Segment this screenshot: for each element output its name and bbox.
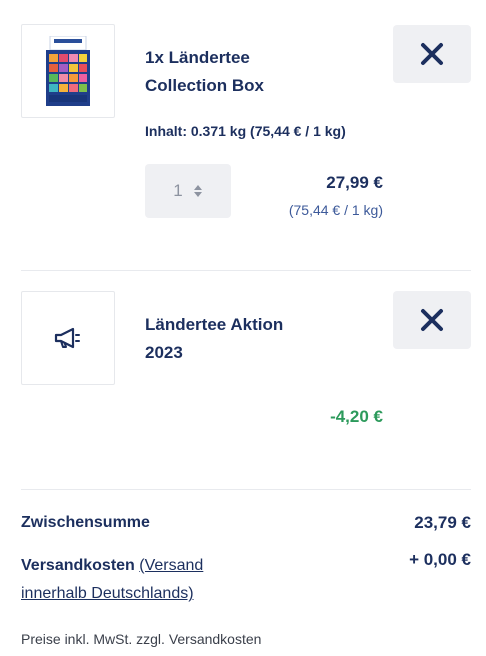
shipping-link-line2[interactable]: innerhalb Deutschlands) [21, 585, 194, 602]
product-price: 27,99 € [326, 173, 383, 192]
shipping-label: Versandkosten [21, 557, 135, 574]
promotion-title-line2: 2023 [145, 343, 183, 362]
product-content-info: Inhalt: 0.371 kg (75,44 € / 1 kg) [145, 123, 346, 139]
product-title-line1[interactable]: 1x Ländertee [145, 44, 264, 72]
shipping-value: + 0,00 € [409, 550, 471, 569]
close-icon [421, 43, 443, 65]
shipping-link-line1[interactable]: (Versand [139, 557, 203, 574]
tea-box-product-image [44, 35, 92, 106]
close-icon [421, 309, 443, 331]
summary-divider [21, 489, 471, 490]
product-thumbnail[interactable] [21, 24, 115, 118]
promotion-thumbnail [21, 291, 115, 385]
select-arrows-icon [193, 185, 202, 197]
promotion-discount: -4,20 € [330, 407, 383, 426]
promotion-title-line1: Ländertee Aktion [145, 315, 284, 334]
promotion-title: Ländertee Aktion 2023 [145, 311, 283, 367]
price-note: Preise inkl. MwSt. zzgl. Versandkosten [21, 631, 262, 647]
subtotal-label: Zwischensumme [21, 514, 150, 531]
subtotal-value: 23,79 € [414, 513, 471, 532]
item-divider [21, 270, 471, 271]
quantity-value: 1 [173, 181, 183, 200]
product-unit-price: (75,44 € / 1 kg) [288, 202, 383, 218]
shipping-label-block: Versandkosten (Versand innerhalb Deutschl… [21, 552, 203, 608]
remove-promotion-button[interactable] [393, 291, 471, 349]
product-title-line2[interactable]: Collection Box [145, 72, 264, 100]
remove-item-button[interactable] [393, 25, 471, 83]
product-title[interactable]: 1x Ländertee Collection Box [145, 44, 264, 100]
megaphone-icon [54, 327, 80, 349]
quantity-select[interactable]: 1 [145, 164, 231, 218]
